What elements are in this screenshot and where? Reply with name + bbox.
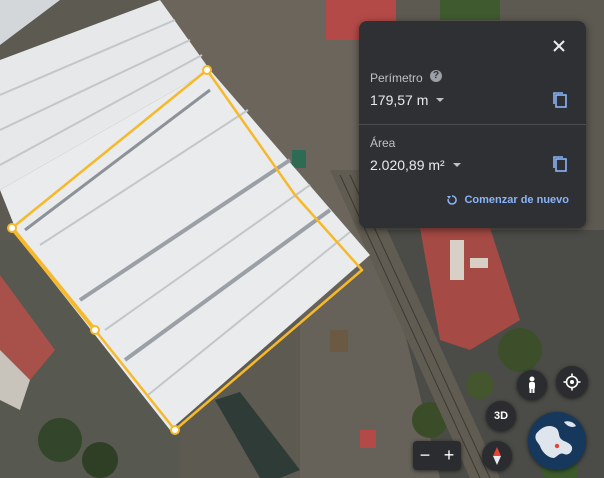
pegman-button[interactable] bbox=[517, 370, 547, 400]
perimeter-value-selector[interactable]: 179,57 m bbox=[370, 92, 445, 108]
measure-panel: Perímetro ? 179,57 m Área 2.020,89 m² Co… bbox=[359, 21, 586, 228]
chevron-down-icon bbox=[436, 98, 445, 102]
area-value-selector[interactable]: 2.020,89 m² bbox=[370, 157, 461, 173]
perimeter-value: 179,57 m bbox=[370, 92, 429, 108]
compass-icon bbox=[493, 447, 501, 465]
area-label: Área bbox=[370, 136, 396, 150]
zoom-in-button[interactable]: + bbox=[444, 441, 455, 470]
zoom-out-button[interactable]: − bbox=[420, 441, 431, 470]
my-location-button[interactable] bbox=[556, 366, 588, 398]
restart-label: Comenzar de nuevo bbox=[464, 194, 569, 206]
compass-button[interactable] bbox=[482, 441, 512, 471]
globe-button[interactable] bbox=[528, 412, 586, 470]
restart-icon bbox=[447, 195, 458, 205]
view-3d-button[interactable]: 3D bbox=[486, 401, 516, 431]
close-icon[interactable] bbox=[548, 35, 570, 57]
copy-icon[interactable] bbox=[551, 91, 569, 109]
chevron-down-icon bbox=[452, 163, 461, 167]
my-location-icon bbox=[563, 373, 581, 391]
area-value: 2.020,89 m² bbox=[370, 157, 445, 173]
panel-divider bbox=[359, 124, 586, 125]
perimeter-label: Perímetro bbox=[370, 71, 423, 85]
help-icon[interactable]: ? bbox=[430, 70, 442, 82]
pegman-icon bbox=[529, 376, 535, 393]
globe-icon bbox=[528, 412, 586, 470]
copy-icon[interactable] bbox=[551, 155, 569, 173]
restart-button[interactable]: Comenzar de nuevo bbox=[446, 194, 569, 206]
zoom-control: − + bbox=[413, 441, 461, 470]
